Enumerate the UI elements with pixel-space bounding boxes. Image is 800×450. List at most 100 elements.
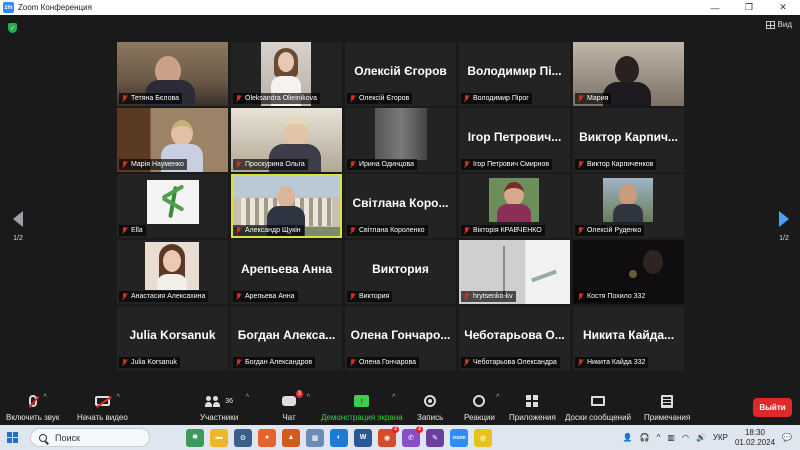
record-button[interactable]: Запись: [417, 394, 443, 422]
video-shape: [503, 246, 505, 296]
arrow-left-icon: [13, 211, 23, 227]
chevron-up-icon[interactable]: ^: [496, 394, 499, 401]
participant-tile[interactable]: Мария: [573, 42, 684, 106]
participant-tile[interactable]: Вікторія КРАВЧЕНКО: [459, 174, 570, 238]
lighthouse-widget-icon[interactable]: ⛯: [186, 428, 204, 447]
participant-tile[interactable]: Світлана Коро... Світлана Короленко: [345, 174, 456, 238]
language-indicator[interactable]: УКР: [713, 433, 728, 442]
participant-tile[interactable]: Oleksandra Olieinikova: [231, 42, 342, 106]
apps-icon: [526, 395, 539, 407]
chevron-up-icon[interactable]: ^: [307, 394, 310, 401]
wifi-icon[interactable]: ◠: [682, 433, 689, 442]
user-icon[interactable]: 👤: [623, 433, 633, 442]
participant-name: Олексій Руденко: [587, 227, 642, 234]
participant-tile[interactable]: Чеботарьова О... Чеботарьова Олександра: [459, 306, 570, 370]
chevron-up-icon[interactable]: ^: [43, 394, 46, 401]
participant-name: Мария: [587, 95, 609, 102]
participant-tile[interactable]: Арепьева Анна Арепьева Анна: [231, 240, 342, 304]
unmute-button[interactable]: ^ Включить звук: [6, 394, 59, 422]
participant-tile[interactable]: Костя Похило 332: [573, 240, 684, 304]
participant-tile[interactable]: Анастасия Алексахина: [117, 240, 228, 304]
participant-tile[interactable]: Богдан Алекса... Богдан Александров: [231, 306, 342, 370]
participants-button[interactable]: 36 ^ Участники: [200, 394, 249, 422]
firefox-icon[interactable]: ●: [258, 428, 276, 447]
participant-name: Виктор Карпиченков: [587, 161, 654, 168]
participant-tile[interactable]: Олена Гончаро... Олена Гончарова: [345, 306, 456, 370]
video-shape: [163, 250, 181, 272]
reactions-button[interactable]: ^ Реакции: [464, 394, 499, 422]
apps-button[interactable]: Приложения: [509, 394, 556, 422]
participant-tile[interactable]: Проскурина Ольга: [231, 108, 342, 172]
participant-name-label: Арепьева Анна: [233, 291, 298, 302]
participant-tile[interactable]: Александр Щукін: [231, 174, 342, 238]
participant-tile[interactable]: Володимир Пі... Володимир Пірог: [459, 42, 570, 106]
mic-muted-icon: [577, 292, 584, 301]
start-button[interactable]: [0, 425, 24, 450]
taskbar-apps: ⛯ ▬ ⚙ ● ▲ ▦ ◐ W ◉ 2 ✆ 2 ✎ zoom ◍: [186, 425, 492, 447]
mic-muted-icon: [235, 292, 242, 301]
file-explorer-icon[interactable]: ▬: [210, 428, 228, 447]
participant-tile[interactable]: Тетяна Бєлова: [117, 42, 228, 106]
video-shape: [157, 274, 187, 290]
chrome-alt-icon[interactable]: ◉ 2: [378, 425, 399, 447]
paint-icon[interactable]: ✎: [426, 428, 444, 447]
participant-tile[interactable]: Julia Korsanuk Julia Korsanuk: [117, 306, 228, 370]
share-screen-button[interactable]: ↑ ^ Демонстрация экрана: [321, 394, 403, 422]
close-icon[interactable]: ✕: [766, 0, 800, 15]
participant-tile[interactable]: Ирина Одинцова: [345, 108, 456, 172]
participant-tile[interactable]: Олексій Руденко: [573, 174, 684, 238]
network-icon[interactable]: ▥: [667, 433, 675, 442]
participant-tile[interactable]: Олексій Єгоров Олексій Єгоров: [345, 42, 456, 106]
settings-app-icon[interactable]: ⚙: [234, 428, 252, 447]
participant-tile[interactable]: Марія Науменко: [117, 108, 228, 172]
notes-button[interactable]: Примечания: [644, 394, 690, 422]
video-shape: [283, 116, 309, 146]
participants-icon: [205, 395, 221, 407]
participant-tile[interactable]: hrytsenko-kv: [459, 240, 570, 304]
notifications-icon[interactable]: 💬: [782, 433, 792, 442]
leave-button[interactable]: Выйти: [753, 398, 792, 417]
prev-page-button[interactable]: 1/2: [6, 211, 30, 242]
chrome-icon[interactable]: ◍: [474, 428, 492, 447]
next-page-button[interactable]: 1/2: [772, 211, 796, 242]
participant-tile[interactable]: Виктория Виктория: [345, 240, 456, 304]
participant-tile[interactable]: Ella: [117, 174, 228, 238]
clock[interactable]: 18:30 01.02.2024: [735, 428, 775, 448]
participants-label: Участники: [200, 413, 239, 422]
chevron-up-icon[interactable]: ^: [246, 394, 249, 401]
participant-name-label: Виктор Карпиченков: [575, 159, 657, 170]
video-shape: [531, 269, 557, 283]
taskbar-search[interactable]: Поиск: [30, 428, 150, 447]
matlab-icon[interactable]: ▲: [282, 428, 300, 447]
word-icon[interactable]: W: [354, 428, 372, 447]
zoom-taskbar-icon[interactable]: zoom: [450, 428, 468, 447]
participant-tile[interactable]: Никита Кайда... Никита Кайда 332: [573, 306, 684, 370]
participant-tile[interactable]: Ігор Петрович... Ігор Петрович Смирнов: [459, 108, 570, 172]
participant-display-name: Чеботарьова О...: [464, 328, 565, 342]
participant-name: Олена Гончарова: [359, 359, 416, 366]
headphones-icon[interactable]: 🎧: [640, 433, 650, 442]
viber-icon[interactable]: ✆ 2: [402, 425, 423, 447]
participant-name: Ирина Одинцова: [359, 161, 415, 168]
video-shape: [504, 182, 524, 206]
chevron-up-icon[interactable]: ^: [392, 394, 395, 401]
chevron-up-icon[interactable]: ^: [117, 394, 120, 401]
volume-icon[interactable]: 🔊: [696, 433, 706, 442]
security-shield-icon[interactable]: ✓: [8, 23, 17, 33]
minimize-icon[interactable]: —: [698, 0, 732, 15]
chat-button[interactable]: 3 ^ Чат: [282, 390, 310, 422]
participant-name: Oleksandra Olieinikova: [245, 95, 317, 102]
chevron-up-icon[interactable]: ^: [657, 433, 661, 442]
edge-icon[interactable]: ◐: [330, 428, 348, 447]
share-screen-label: Демонстрация экрана: [321, 413, 403, 422]
mic-muted-icon: [577, 160, 584, 169]
participant-tile[interactable]: Виктор Карпич... Виктор Карпиченков: [573, 108, 684, 172]
view-button[interactable]: Вид: [765, 20, 792, 29]
share-screen-icon: ↑: [354, 395, 370, 407]
mic-muted-icon: [463, 226, 470, 235]
video-shape: [277, 186, 295, 208]
start-video-button[interactable]: ^ Начать видео: [77, 394, 128, 422]
restore-icon[interactable]: ❐: [732, 0, 766, 15]
whiteboards-button[interactable]: Доски сообщений: [565, 394, 631, 422]
photos-icon[interactable]: ▦: [306, 428, 324, 447]
